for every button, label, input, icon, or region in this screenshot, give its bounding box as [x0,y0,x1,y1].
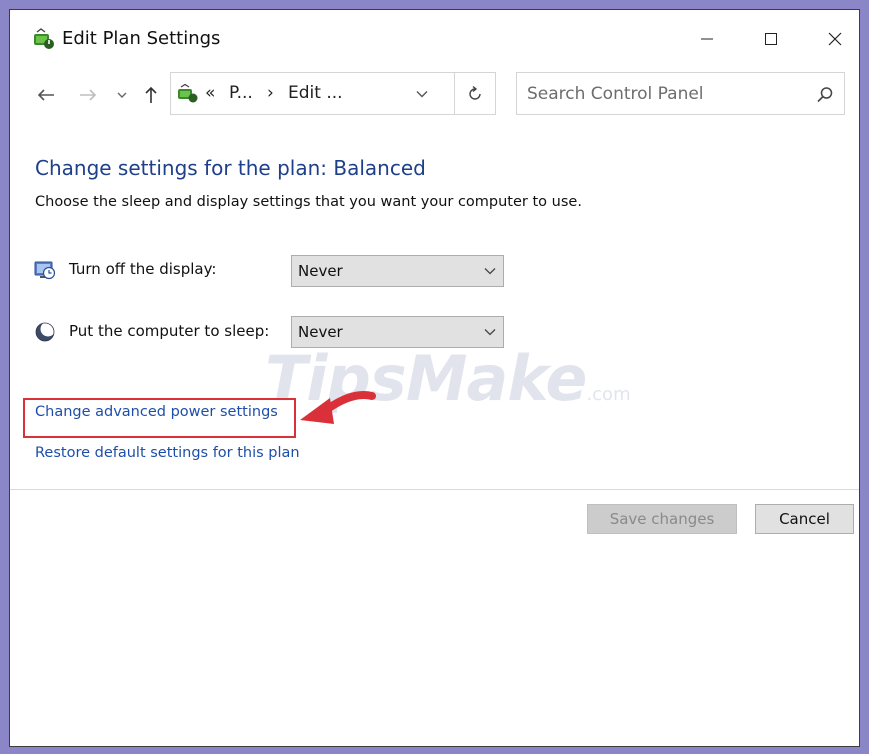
address-segment-edit[interactable]: Edit ... [288,83,343,103]
footer-divider [10,489,859,490]
power-plan-icon [34,28,54,49]
window-title: Edit Plan Settings [62,28,221,49]
refresh-button[interactable] [461,81,489,107]
address-separator: › [267,83,274,103]
magnifier-icon [817,87,833,103]
display-timeout-label: Turn off the display: [69,260,217,278]
navigation-bar: « P... › Edit ... [10,72,859,118]
search-box[interactable] [516,72,845,115]
up-arrow-icon [145,86,157,103]
search-input[interactable] [527,81,797,107]
close-icon [828,32,842,46]
monitor-clock-icon [34,261,56,280]
sleep-timeout-value: Never [298,323,343,341]
page-description: Choose the sleep and display settings th… [35,194,582,210]
sleep-timeout-label: Put the computer to sleep: [69,322,270,340]
moon-icon [35,321,56,342]
address-overflow[interactable]: « [205,83,215,103]
address-segment-control-panel[interactable]: P... [229,83,253,103]
chevron-down-icon [416,91,428,98]
address-dropdown-button[interactable] [409,81,435,107]
change-advanced-power-settings-link[interactable]: Change advanced power settings [35,404,278,420]
close-button[interactable] [810,22,859,56]
watermark-suffix: .com [586,384,631,405]
up-button[interactable] [140,82,162,108]
title-bar: Edit Plan Settings [10,10,859,68]
chevron-down-icon [117,92,127,98]
edit-plan-settings-window: Edit Plan Settings « P... › Edit ... Sea… [9,9,860,747]
refresh-icon [469,85,481,100]
maximize-icon [765,33,777,45]
chevron-down-icon [484,329,496,336]
save-changes-button[interactable]: Save changes [587,504,737,534]
page-title: Change settings for the plan: Balanced [35,156,426,180]
back-arrow-icon [37,89,54,101]
cancel-button[interactable]: Cancel [755,504,854,534]
forward-arrow-icon [80,89,97,101]
recent-locations-button[interactable] [114,82,130,108]
maximize-button[interactable] [746,22,796,56]
forward-button[interactable] [76,82,100,108]
control-panel-icon [178,84,198,103]
display-timeout-select[interactable]: Never [291,255,504,287]
minimize-button[interactable] [682,22,732,56]
chevron-down-icon [484,268,496,275]
back-button[interactable] [34,82,58,108]
address-divider [454,73,455,114]
sleep-timeout-select[interactable]: Never [291,316,504,348]
restore-default-settings-link[interactable]: Restore default settings for this plan [35,445,300,461]
display-timeout-value: Never [298,262,343,280]
annotation-arrow-icon [300,391,376,424]
address-bar[interactable]: « P... › Edit ... [170,72,496,115]
search-icon[interactable] [812,82,838,108]
minimize-icon [701,38,713,40]
